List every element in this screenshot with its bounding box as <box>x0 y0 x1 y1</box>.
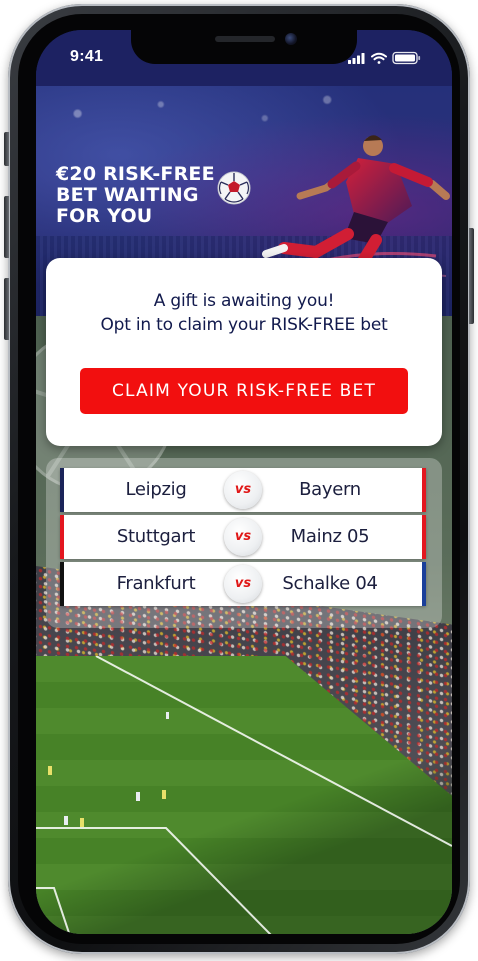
away-team-name: Mainz 05 <box>290 526 370 547</box>
home-team-name: Stuttgart <box>116 526 196 547</box>
silent-switch <box>4 132 9 166</box>
players-on-pitch <box>48 712 169 827</box>
promo-headline-line: €20 RISK-FREE <box>56 163 215 185</box>
home-team-color-bar <box>60 515 64 559</box>
match-row[interactable]: Frankfurt vs Schalke 04 <box>60 562 426 606</box>
volume-down-button <box>4 278 9 340</box>
away-team-name: Bayern <box>299 479 361 500</box>
volume-up-button <box>4 196 9 258</box>
status-icons <box>348 51 421 65</box>
away-team-color-bar <box>422 515 426 559</box>
home-team-color-bar <box>60 468 64 512</box>
match-row[interactable]: Stuttgart vs Mainz 05 <box>60 515 426 559</box>
offer-title: A gift is awaiting you! <box>153 291 335 311</box>
promo-headline-line: BET WAITING <box>56 184 199 206</box>
home-team-name: Leipzig <box>125 479 187 500</box>
away-team-name: Schalke 04 <box>282 573 378 594</box>
battery-icon <box>392 51 421 65</box>
power-button <box>469 228 474 324</box>
home-indicator[interactable] <box>176 923 312 928</box>
offer-subtitle: Opt in to claim your RISK-FREE bet <box>100 315 388 335</box>
home-team-name: Frankfurt <box>116 573 196 594</box>
offer-card: A gift is awaiting you! Opt in to claim … <box>46 258 442 446</box>
match-row[interactable]: Leipzig vs Bayern <box>60 468 426 512</box>
notch <box>131 30 357 64</box>
speaker-grille <box>215 36 275 42</box>
away-team-color-bar <box>422 468 426 512</box>
page: 9:41 €20 RISK-FREE BET WAITING FOR YOU A… <box>0 0 478 961</box>
status-time: 9:41 <box>70 48 104 65</box>
away-team-color-bar <box>422 562 426 606</box>
home-team-color-bar <box>60 562 64 606</box>
promo-headline-line: FOR YOU <box>56 205 153 227</box>
app-screen: 9:41 €20 RISK-FREE BET WAITING FOR YOU A… <box>36 30 452 934</box>
front-camera <box>285 33 297 45</box>
matches-list: Leipzig vs Bayern Stuttgart vs Mainz 05 … <box>46 458 442 628</box>
claim-risk-free-bet-button[interactable]: CLAIM YOUR RISK-FREE BET <box>80 368 408 414</box>
promo-headline: €20 RISK-FREE BET WAITING FOR YOU <box>56 164 226 227</box>
wifi-icon <box>371 52 387 64</box>
